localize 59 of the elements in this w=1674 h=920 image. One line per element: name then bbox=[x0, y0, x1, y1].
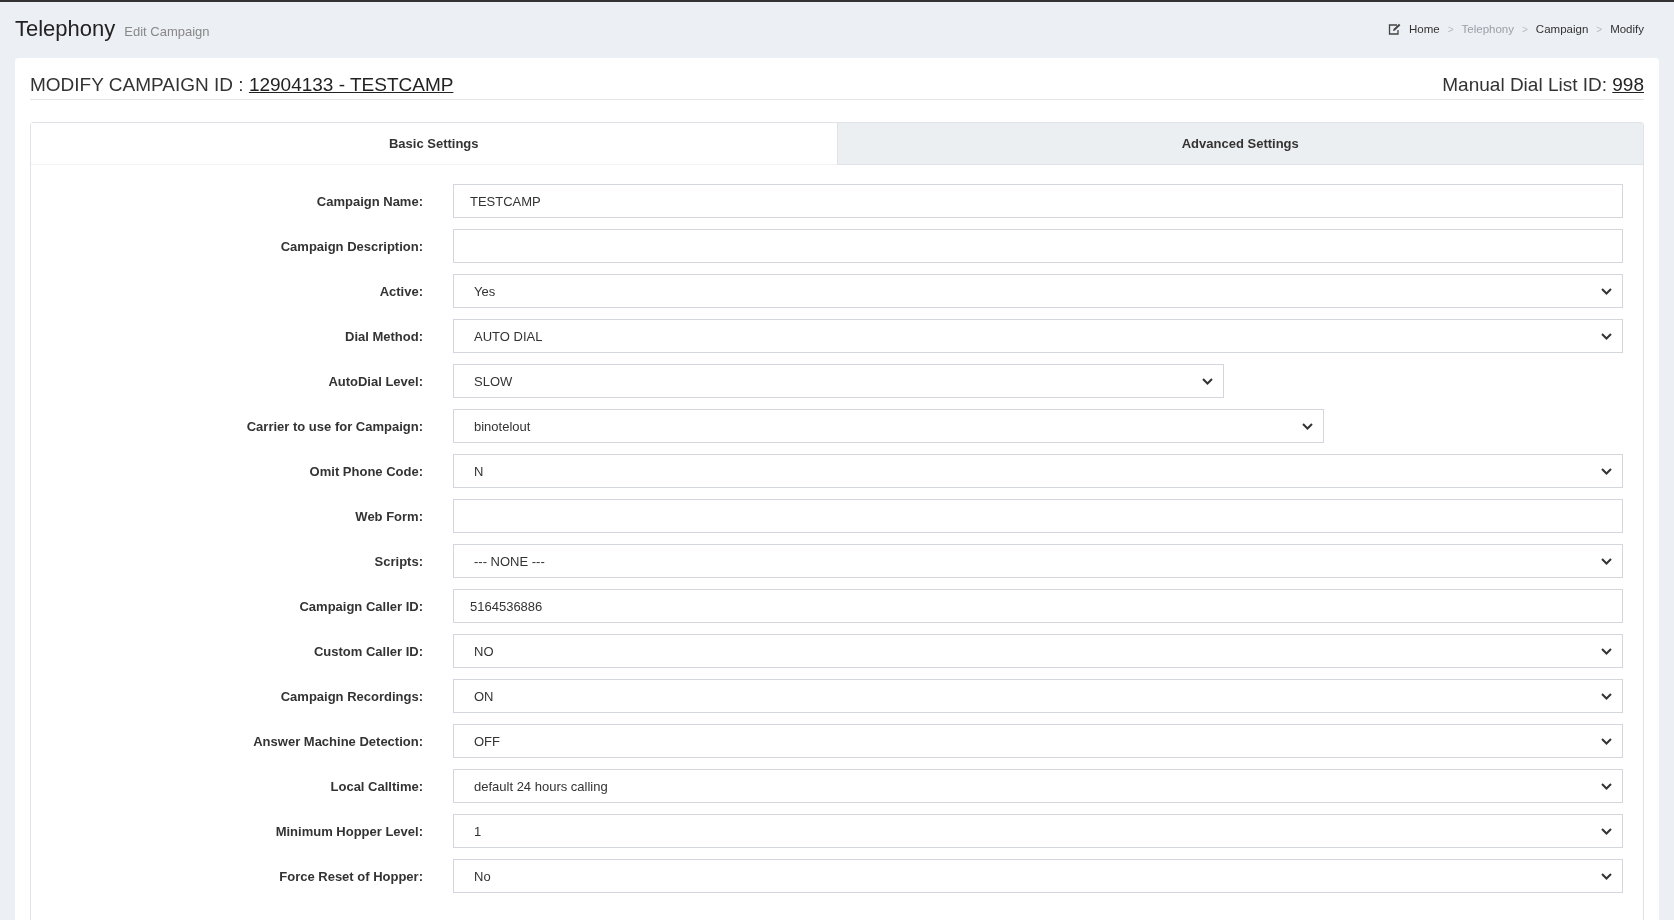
select-field[interactable]: ON bbox=[453, 679, 1623, 713]
field-label: Custom Caller ID: bbox=[312, 643, 424, 659]
field-label: Web Form: bbox=[354, 508, 424, 524]
settings-tab[interactable]: Basic Settings bbox=[31, 123, 837, 165]
select-field[interactable]: N bbox=[453, 454, 1623, 488]
select-field[interactable]: OFF bbox=[453, 724, 1623, 758]
breadcrumb-link[interactable]: Home bbox=[1409, 23, 1440, 35]
campaign-id-link[interactable]: 12904133 - TESTCAMP bbox=[248, 74, 454, 95]
field-label: Local Calltime: bbox=[329, 778, 424, 794]
chevron-down-icon bbox=[1601, 287, 1612, 295]
chevron-down-icon bbox=[1601, 692, 1612, 700]
field-label: Campaign Caller ID: bbox=[298, 598, 424, 614]
chevron-down-icon bbox=[1601, 332, 1612, 340]
chevron-down-icon bbox=[1601, 827, 1612, 835]
field-label: Campaign Description: bbox=[279, 238, 424, 254]
input-field[interactable] bbox=[453, 499, 1623, 533]
breadcrumb-separator: > bbox=[1596, 23, 1603, 35]
dial-list-heading: Manual Dial List ID: bbox=[1442, 74, 1608, 95]
chevron-down-icon bbox=[1601, 872, 1612, 880]
field-label: Campaign Recordings: bbox=[279, 688, 424, 704]
input-field[interactable] bbox=[453, 229, 1623, 263]
field-label: Active: bbox=[378, 283, 424, 299]
chevron-down-icon bbox=[1601, 737, 1612, 745]
field-label: Dial Method: bbox=[344, 328, 424, 344]
breadcrumb-separator: > bbox=[1447, 23, 1454, 35]
select-field[interactable]: SLOW bbox=[453, 364, 1224, 398]
field-label: Campaign Name: bbox=[315, 193, 424, 209]
select-field[interactable]: No bbox=[453, 859, 1623, 893]
select-field[interactable]: 1 bbox=[453, 814, 1623, 848]
select-field[interactable]: AUTO DIAL bbox=[453, 319, 1623, 353]
field-label: Scripts: bbox=[373, 553, 424, 569]
select-field[interactable]: Yes bbox=[453, 274, 1623, 308]
breadcrumb-link[interactable]: Modify bbox=[1610, 23, 1644, 35]
chevron-down-icon bbox=[1601, 782, 1612, 790]
chevron-down-icon bbox=[1302, 422, 1313, 430]
dial-list-link[interactable]: 998 bbox=[1612, 74, 1644, 95]
breadcrumb-link[interactable]: Campaign bbox=[1535, 23, 1589, 35]
chevron-down-icon bbox=[1601, 647, 1612, 655]
select-field[interactable]: default 24 hours calling bbox=[453, 769, 1623, 803]
field-label: Minimum Hopper Level: bbox=[274, 823, 424, 839]
select-field[interactable]: --- NONE --- bbox=[453, 544, 1623, 578]
field-label: Force Reset of Hopper: bbox=[278, 868, 424, 884]
campaign-heading: MODIFY CAMPAIGN ID : bbox=[30, 74, 245, 95]
chevron-down-icon bbox=[1601, 557, 1612, 565]
page-title: Telephony bbox=[15, 16, 116, 42]
page-subtitle: Edit Campaign bbox=[124, 24, 210, 39]
chevron-down-icon bbox=[1601, 467, 1612, 475]
breadcrumb-separator: > bbox=[1522, 23, 1528, 35]
field-label: AutoDial Level: bbox=[327, 373, 424, 389]
input-field[interactable]: TESTCAMP bbox=[453, 184, 1623, 218]
field-label: Omit Phone Code: bbox=[308, 463, 424, 479]
field-label: Carrier to use for Campaign: bbox=[245, 418, 424, 434]
select-field[interactable]: binotelout bbox=[453, 409, 1324, 443]
select-field[interactable]: NO bbox=[453, 634, 1623, 668]
chevron-down-icon bbox=[1202, 377, 1213, 385]
input-field[interactable]: 5164536886 bbox=[453, 589, 1623, 623]
settings-tab[interactable]: Advanced Settings bbox=[836, 123, 1643, 165]
edit-icon bbox=[1388, 23, 1402, 35]
field-label: Answer Machine Detection: bbox=[252, 733, 424, 749]
